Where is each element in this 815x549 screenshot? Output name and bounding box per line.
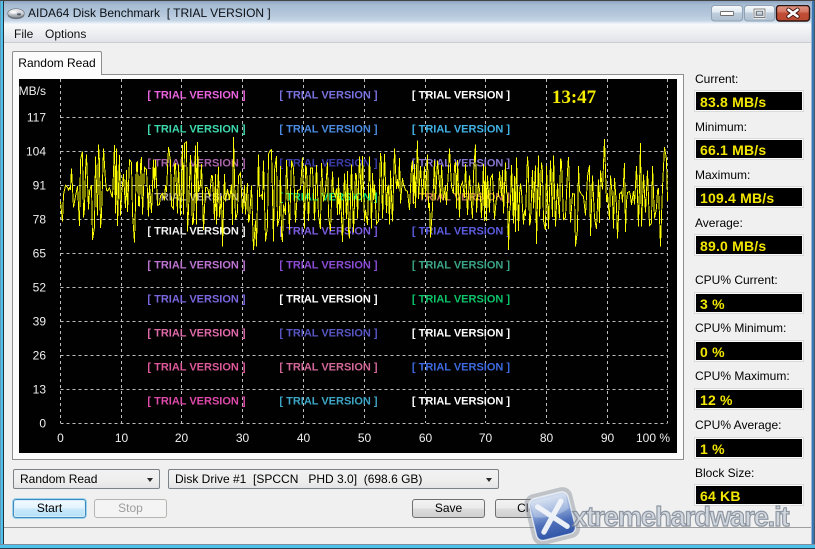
- svg-text:13:47: 13:47: [552, 87, 597, 108]
- svg-text:10: 10: [115, 431, 129, 445]
- svg-text:[ TRIAL VERSION ]: [ TRIAL VERSION ]: [147, 90, 246, 102]
- svg-text:[ TRIAL VERSION ]: [ TRIAL VERSION ]: [147, 124, 246, 136]
- svg-text:[ TRIAL VERSION ]: [ TRIAL VERSION ]: [147, 158, 246, 170]
- svg-text:[ TRIAL VERSION ]: [ TRIAL VERSION ]: [147, 260, 246, 272]
- svg-text:91: 91: [33, 179, 47, 193]
- svg-text:[ TRIAL VERSION ]: [ TRIAL VERSION ]: [412, 328, 511, 340]
- svg-text:30: 30: [236, 431, 250, 445]
- svg-text:[ TRIAL VERSION ]: [ TRIAL VERSION ]: [279, 396, 378, 408]
- svg-text:52: 52: [33, 281, 47, 295]
- svg-text:[ TRIAL VERSION ]: [ TRIAL VERSION ]: [279, 328, 378, 340]
- svg-text:117: 117: [27, 111, 46, 125]
- svg-text:0: 0: [57, 431, 64, 445]
- svg-text:[ TRIAL VERSION ]: [ TRIAL VERSION ]: [412, 362, 511, 374]
- svg-text:80: 80: [540, 431, 554, 445]
- svg-text:20: 20: [175, 431, 189, 445]
- svg-text:[ TRIAL VERSION ]: [ TRIAL VERSION ]: [279, 124, 378, 136]
- svg-text:40: 40: [297, 431, 311, 445]
- svg-text:70: 70: [479, 431, 493, 445]
- svg-text:[ TRIAL VERSION ]: [ TRIAL VERSION ]: [412, 124, 511, 136]
- svg-text:[ TRIAL VERSION ]: [ TRIAL VERSION ]: [279, 226, 378, 238]
- svg-text:[ TRIAL VERSION ]: [ TRIAL VERSION ]: [147, 396, 246, 408]
- svg-text:[ TRIAL VERSION ]: [ TRIAL VERSION ]: [147, 226, 246, 238]
- svg-text:[ TRIAL VERSION ]: [ TRIAL VERSION ]: [147, 328, 246, 340]
- svg-text:13: 13: [33, 383, 47, 397]
- svg-text:[ TRIAL VERSION ]: [ TRIAL VERSION ]: [147, 294, 246, 306]
- svg-text:[ TRIAL VERSION ]: [ TRIAL VERSION ]: [412, 396, 511, 408]
- svg-text:26: 26: [33, 349, 47, 363]
- svg-text:MB/s: MB/s: [19, 84, 46, 98]
- svg-text:104: 104: [26, 145, 46, 159]
- svg-text:0: 0: [39, 417, 46, 431]
- svg-text:65: 65: [33, 247, 47, 261]
- svg-text:[ TRIAL VERSION ]: [ TRIAL VERSION ]: [279, 260, 378, 272]
- svg-text:[ TRIAL VERSION ]: [ TRIAL VERSION ]: [147, 362, 246, 374]
- svg-text:[ TRIAL VERSION ]: [ TRIAL VERSION ]: [279, 362, 378, 374]
- svg-text:78: 78: [33, 213, 47, 227]
- svg-text:50: 50: [358, 431, 372, 445]
- svg-text:90: 90: [601, 431, 615, 445]
- svg-text:39: 39: [33, 315, 47, 329]
- svg-text:[ TRIAL VERSION ]: [ TRIAL VERSION ]: [279, 90, 378, 102]
- svg-text:60: 60: [419, 431, 433, 445]
- svg-text:[ TRIAL VERSION ]: [ TRIAL VERSION ]: [412, 90, 511, 102]
- svg-text:100 %: 100 %: [636, 431, 670, 445]
- svg-text:[ TRIAL VERSION ]: [ TRIAL VERSION ]: [412, 260, 511, 272]
- svg-text:[ TRIAL VERSION ]: [ TRIAL VERSION ]: [412, 294, 511, 306]
- svg-text:[ TRIAL VERSION ]: [ TRIAL VERSION ]: [279, 294, 378, 306]
- svg-text:[ TRIAL VERSION ]: [ TRIAL VERSION ]: [412, 226, 511, 238]
